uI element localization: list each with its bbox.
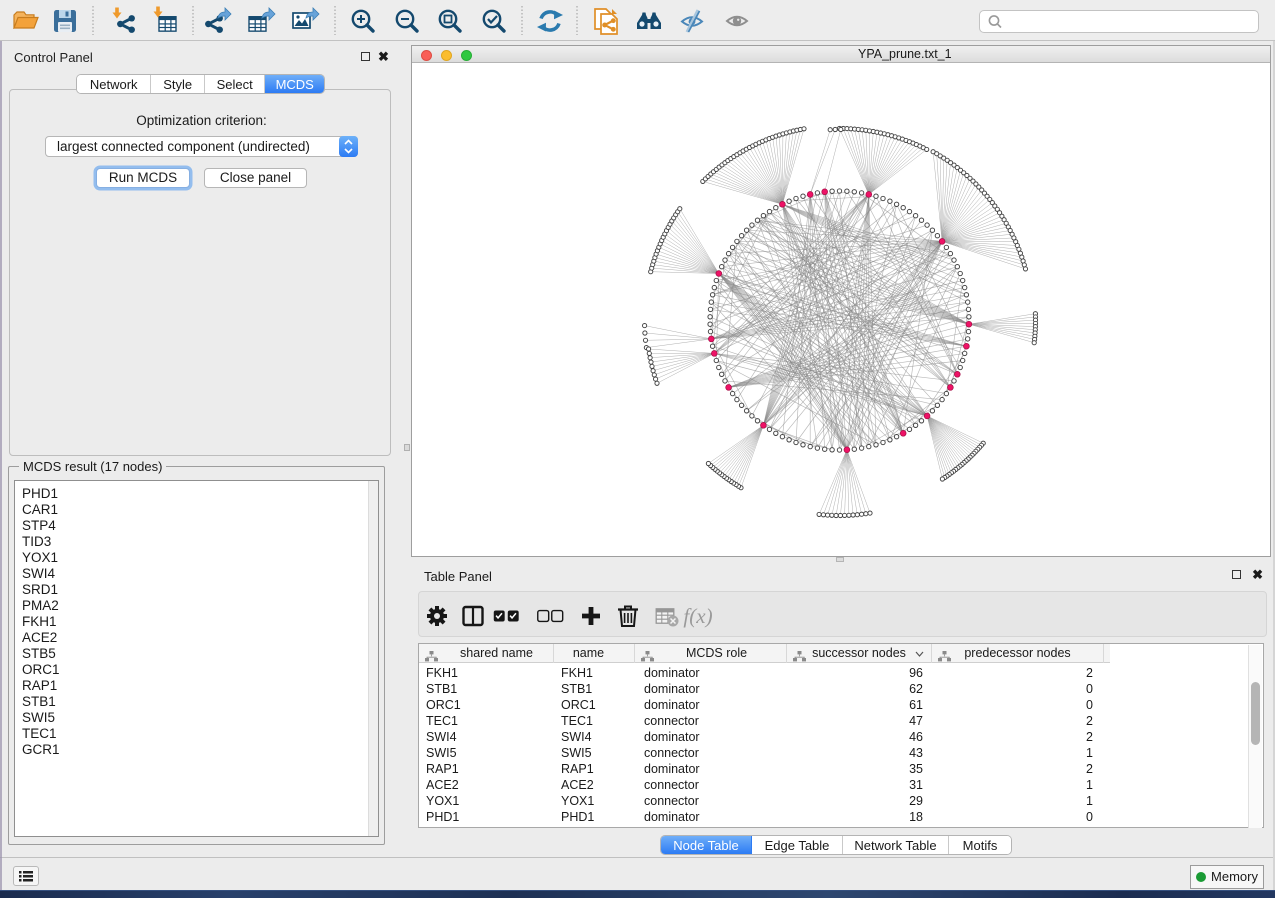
svg-text:f(x): f(x) xyxy=(683,604,712,628)
